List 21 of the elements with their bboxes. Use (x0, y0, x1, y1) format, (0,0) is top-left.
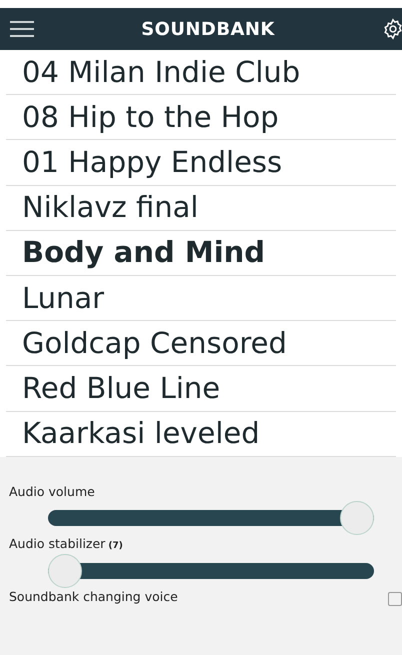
setting-label: Soundbank changing voice (9, 588, 178, 606)
track-title[interactable]: Body and Mind (6, 238, 266, 268)
slider[interactable] (48, 554, 374, 588)
track-title[interactable]: Niklavz final (6, 193, 198, 222)
setting-label: Audio volume (9, 482, 95, 501)
slider[interactable] (48, 501, 374, 536)
checkbox[interactable] (388, 592, 402, 606)
slider-thumb[interactable] (340, 501, 374, 536)
track-title[interactable]: 04 Milan Indie Club (6, 58, 300, 87)
settings-icon[interactable] (382, 18, 402, 40)
slider-thumb[interactable] (48, 554, 82, 588)
setting-value: (7) (108, 540, 123, 554)
track-title[interactable]: Red Blue Line (6, 374, 220, 403)
track-title[interactable]: 01 Happy Endless (6, 148, 282, 177)
app-title: SOUNDBANK (141, 18, 275, 42)
track-title[interactable]: 08 Hip to the Hop (6, 102, 279, 132)
track-title[interactable]: Lunar (6, 284, 104, 313)
track-title[interactable]: Goldcap Censored (6, 328, 287, 358)
setting-label: Audio stabilizer (9, 535, 106, 554)
track-title[interactable]: Kaarkasi leveled (6, 419, 260, 448)
menu-icon[interactable] (10, 21, 34, 37)
